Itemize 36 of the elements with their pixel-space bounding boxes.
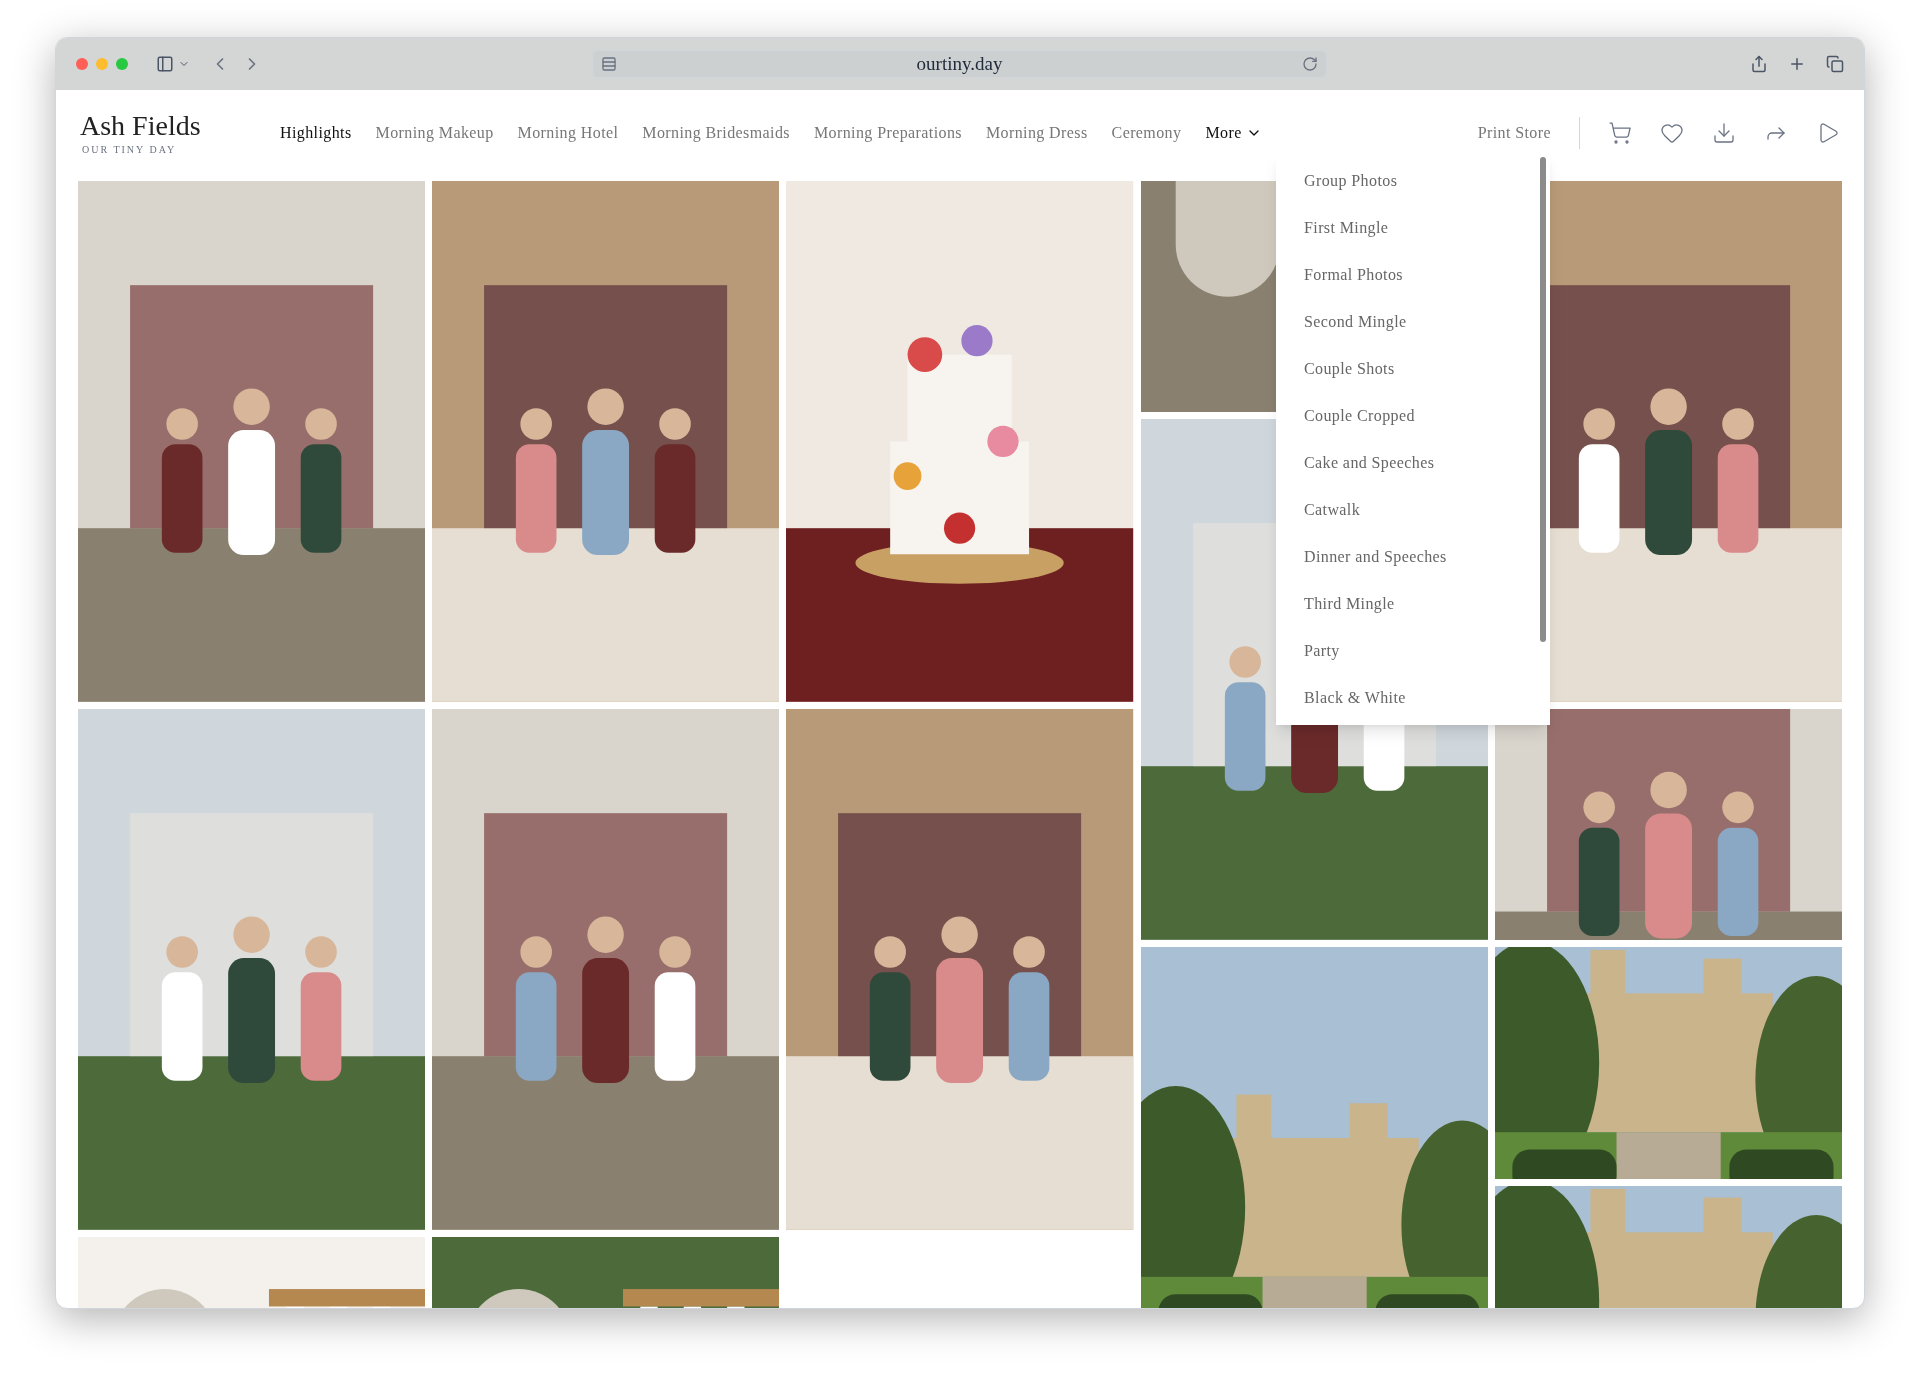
cart-icon[interactable]: [1608, 121, 1632, 145]
dropdown-item[interactable]: Third Mingle: [1276, 580, 1540, 627]
tabs-icon[interactable]: [1826, 55, 1844, 73]
nav-tab[interactable]: Morning Bridesmaids: [642, 121, 790, 145]
download-icon[interactable]: [1712, 121, 1736, 145]
dropdown-item[interactable]: Dinner and Speeches: [1276, 533, 1540, 580]
dropdown-item[interactable]: Group Photos: [1276, 157, 1540, 204]
nav-tab[interactable]: Morning Makeup: [375, 121, 494, 145]
site-title[interactable]: Ash Fields: [80, 109, 280, 142]
dropdown-item[interactable]: Catwalk: [1276, 486, 1540, 533]
heart-icon[interactable]: [1660, 121, 1684, 145]
reload-icon[interactable]: [1302, 56, 1318, 72]
more-menu-button[interactable]: More: [1205, 121, 1262, 145]
plus-icon[interactable]: [1788, 55, 1806, 73]
page-icon: [601, 56, 617, 72]
nav-tab[interactable]: Ceremony: [1111, 121, 1182, 145]
close-icon[interactable]: [76, 58, 88, 70]
address-bar[interactable]: ourtiny.day: [592, 50, 1327, 78]
dropdown-item[interactable]: Black & White: [1276, 674, 1540, 721]
dropdown-item[interactable]: Second Mingle: [1276, 298, 1540, 345]
nav-tab[interactable]: Morning Dress: [985, 121, 1088, 145]
scrollbar[interactable]: [1540, 157, 1546, 642]
dropdown-item[interactable]: Formal Photos: [1276, 251, 1540, 298]
dropdown-item[interactable]: Couple Shots: [1276, 345, 1540, 392]
dropdown-item[interactable]: Party: [1276, 627, 1540, 674]
sidebar-icon[interactable]: [156, 55, 174, 73]
nav-tab[interactable]: Morning Preparations: [813, 121, 962, 145]
site-subtitle: OUR TINY DAY: [82, 142, 178, 157]
share-icon[interactable]: [1750, 55, 1768, 73]
dropdown-item[interactable]: Couple Cropped: [1276, 392, 1540, 439]
url-text: ourtiny.day: [915, 51, 1004, 76]
nav-tab[interactable]: Highlights: [280, 121, 352, 145]
nav-tab[interactable]: Morning Hotel: [517, 121, 619, 145]
dropdown-item[interactable]: First Mingle: [1276, 204, 1540, 251]
dropdown-item[interactable]: Cake and Speeches: [1276, 439, 1540, 486]
print-store-link[interactable]: Print Store: [1477, 121, 1551, 145]
